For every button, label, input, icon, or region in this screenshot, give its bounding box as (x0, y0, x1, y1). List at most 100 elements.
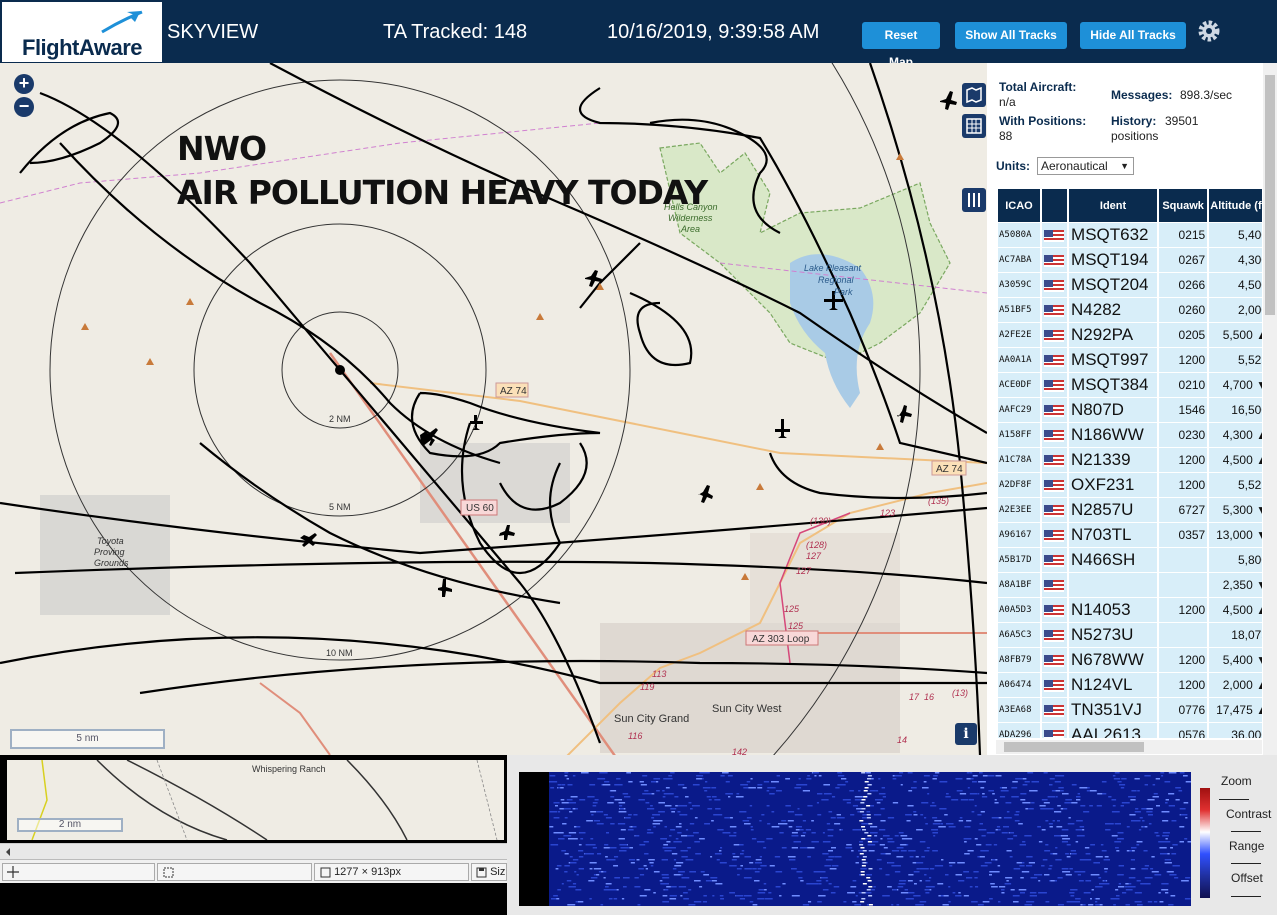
table-row[interactable]: A3EA68 TN351VJ077617,475 ▲ (998, 698, 1262, 722)
waterfall-noise (1160, 772, 1165, 774)
ident-cell: N466SH (1069, 548, 1158, 572)
column-header-squawk[interactable]: Squawk (1159, 189, 1208, 222)
table-row[interactable]: ADA296 AAL2613057636,000 (998, 723, 1262, 738)
show-all-tracks-button[interactable]: Show All Tracks (955, 22, 1067, 49)
units-select[interactable]: Aeronautical ▼ (1037, 157, 1134, 175)
table-row[interactable]: A8A1BF 2,350 ▼ (998, 573, 1262, 597)
waterfall-noise (984, 862, 992, 864)
zoom-slider[interactable] (1219, 792, 1249, 800)
waterfall-noise (860, 868, 867, 870)
ident-cell: MSQT194 (1069, 248, 1158, 272)
table-row[interactable]: A0A5D3 N1405312004,500 ▲ (998, 598, 1262, 622)
scrollbar-thumb[interactable] (1004, 742, 1144, 752)
waterfall-noise (951, 799, 959, 801)
table-row[interactable]: AAFC29 N807D154616,500 (998, 398, 1262, 422)
mini-map[interactable]: Whispering Ranch 2 nm (7, 760, 504, 840)
waterfall-noise (1070, 895, 1075, 897)
map-layers-button[interactable] (962, 83, 986, 107)
waterfall-noise (1055, 847, 1058, 849)
table-row[interactable]: A2E3EE N2857U67275,300 ▼ (998, 498, 1262, 522)
us-flag-icon (1043, 529, 1064, 542)
table-row[interactable]: A5080A MSQT63202155,400 (998, 223, 1262, 247)
waterfall-noise (1104, 868, 1108, 870)
table-row[interactable]: A8FB79 N678WW12005,400 ▼ (998, 648, 1262, 672)
table-row[interactable]: AC7ABA MSQT19402674,300 (998, 248, 1262, 272)
flag-cell (1041, 448, 1068, 472)
waterfall-noise (685, 796, 689, 798)
waterfall-noise (991, 886, 998, 888)
flightaware-logo[interactable]: FlightAware (2, 2, 162, 62)
waterfall-signal (861, 859, 866, 861)
aircraft-table-container[interactable]: ICAO Ident Squawk Altitude (ft) A5080A MS… (996, 188, 1262, 738)
map-view[interactable]: 2 NM 5 NM 10 NM Hells Canyon Wilderness … (0, 63, 987, 755)
columns-icon (968, 193, 980, 207)
contrast-slider[interactable] (1231, 824, 1261, 832)
icao-cell: A5B17D (998, 548, 1040, 572)
waterfall-noise (553, 895, 558, 897)
waterfall-noise (1073, 901, 1081, 903)
waterfall-noise (820, 871, 825, 873)
waterfall-noise (816, 802, 819, 804)
table-row[interactable]: A3059C MSQT20402664,500 (998, 273, 1262, 297)
waterfall-noise (630, 826, 633, 828)
zoom-out-button[interactable]: − (14, 97, 34, 117)
scrollbar-thumb[interactable] (1265, 75, 1275, 315)
waterfall-noise (837, 772, 843, 774)
table-row[interactable]: A158FF N186WW02304,300 ▲ (998, 423, 1262, 447)
waterfall-noise (564, 871, 568, 873)
table-row[interactable]: A2FE2E N292PA02055,500 ▲ (998, 323, 1262, 347)
waterfall-noise (1090, 898, 1092, 900)
waterfall-noise (1050, 880, 1055, 882)
horizontal-scrollbar[interactable] (996, 740, 1262, 754)
waterfall-noise (688, 904, 696, 906)
flag-cell (1041, 648, 1068, 672)
range-slider[interactable] (1231, 856, 1261, 864)
offset-slider[interactable] (1231, 889, 1261, 897)
zoom-in-button[interactable]: + (14, 74, 34, 94)
columns-button[interactable] (962, 188, 986, 212)
column-header-ident[interactable]: Ident (1069, 189, 1158, 222)
waterfall-noise (610, 790, 617, 792)
waterfall-noise (1003, 826, 1009, 828)
gear-icon[interactable] (1196, 18, 1222, 44)
horizontal-scrollbar[interactable] (0, 843, 507, 859)
column-header-flag[interactable] (1041, 189, 1068, 222)
waterfall-noise (553, 802, 560, 804)
waterfall-noise (955, 895, 962, 897)
table-row[interactable]: A1C78A N2133912004,500 ▲ (998, 448, 1262, 472)
altitude-cell: 2,000 ▲ (1209, 673, 1262, 697)
waterfall-noise (740, 853, 744, 855)
table-row[interactable]: A06474 N124VL12002,000 ▲ (998, 673, 1262, 697)
waterfall-noise (568, 802, 576, 804)
grid-overlay-button[interactable] (962, 114, 986, 138)
table-row[interactable]: A2DF8F OXF23112005,525 (998, 473, 1262, 497)
table-row[interactable]: A6A5C3 N5273U 18,075 (998, 623, 1262, 647)
waterfall-noise (662, 847, 670, 849)
spectrum-waterfall[interactable] (519, 772, 1191, 906)
map-canvas[interactable]: 2 NM 5 NM 10 NM Hells Canyon Wilderness … (0, 63, 987, 755)
chevron-left-icon[interactable] (2, 845, 14, 859)
table-row[interactable]: A51BF5 N428202602,000 (998, 298, 1262, 322)
info-button[interactable]: i (955, 723, 977, 745)
table-row[interactable]: A5B17D N466SH 5,800 (998, 548, 1262, 572)
column-header-altitude[interactable]: Altitude (ft) (1209, 189, 1262, 222)
waterfall-noise (1066, 856, 1071, 858)
waterfall-noise (905, 838, 913, 840)
waterfall-noise (567, 904, 576, 906)
messages-value: 898.3/sec (1180, 88, 1233, 102)
table-row[interactable]: ACE0DF MSQT38402104,700 ▼ (998, 373, 1262, 397)
reset-map-button[interactable]: Reset Map (862, 22, 940, 69)
waterfall-noise (649, 862, 654, 864)
waterfall-noise (979, 856, 985, 858)
waterfall-noise (1024, 781, 1030, 783)
vertical-scrollbar[interactable] (1263, 63, 1277, 755)
hide-all-tracks-button[interactable]: Hide All Tracks (1080, 22, 1186, 49)
column-header-icao[interactable]: ICAO (998, 189, 1040, 222)
waterfall-noise (963, 895, 969, 897)
waterfall-noise (887, 841, 895, 843)
waterfall-noise (569, 856, 573, 858)
table-row[interactable]: A96167 N703TL035713,000 ▼ (998, 523, 1262, 547)
table-row[interactable]: AA0A1A MSQT99712005,525 (998, 348, 1262, 372)
waterfall-noise (977, 793, 980, 795)
ident-cell: MSQT632 (1069, 223, 1158, 247)
